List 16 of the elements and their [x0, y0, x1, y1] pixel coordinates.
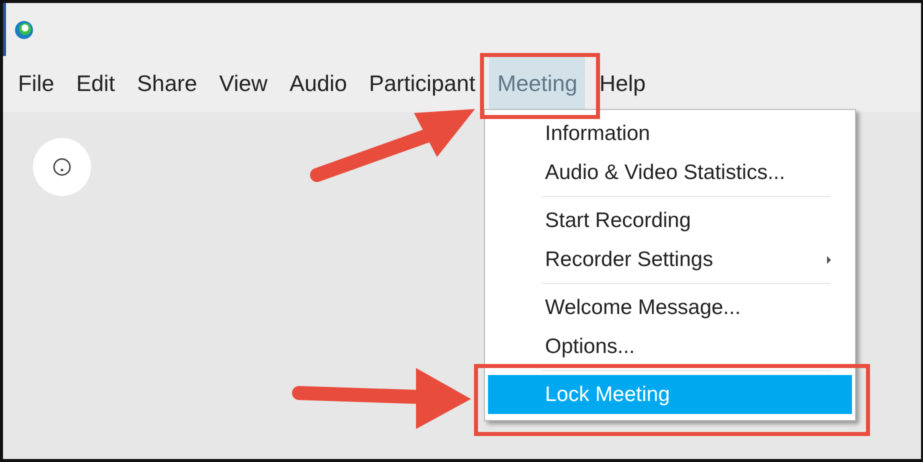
- menu-item[interactable]: Recorder Settings: [488, 240, 852, 279]
- submenu-arrow-icon: [826, 256, 832, 264]
- menu-item[interactable]: Information: [488, 114, 852, 153]
- menu-bar-item[interactable]: Share: [132, 56, 202, 112]
- menu-bar-item[interactable]: Edit: [71, 56, 120, 112]
- menu-item[interactable]: Options...: [488, 327, 852, 366]
- menu-item[interactable]: Welcome Message...: [488, 288, 852, 327]
- menu-bar-item[interactable]: View: [214, 56, 272, 112]
- menu-bar-item[interactable]: Meeting: [489, 56, 586, 112]
- menu-item[interactable]: Audio & Video Statistics...: [488, 153, 852, 192]
- app-logo-icon: [14, 20, 34, 40]
- menu-item[interactable]: Start Recording: [488, 201, 852, 240]
- menu-bar-item[interactable]: Participant: [364, 56, 480, 112]
- menu-bar-item[interactable]: Audio: [284, 56, 352, 112]
- info-icon: [52, 157, 72, 177]
- menu-bar-item[interactable]: File: [13, 56, 60, 112]
